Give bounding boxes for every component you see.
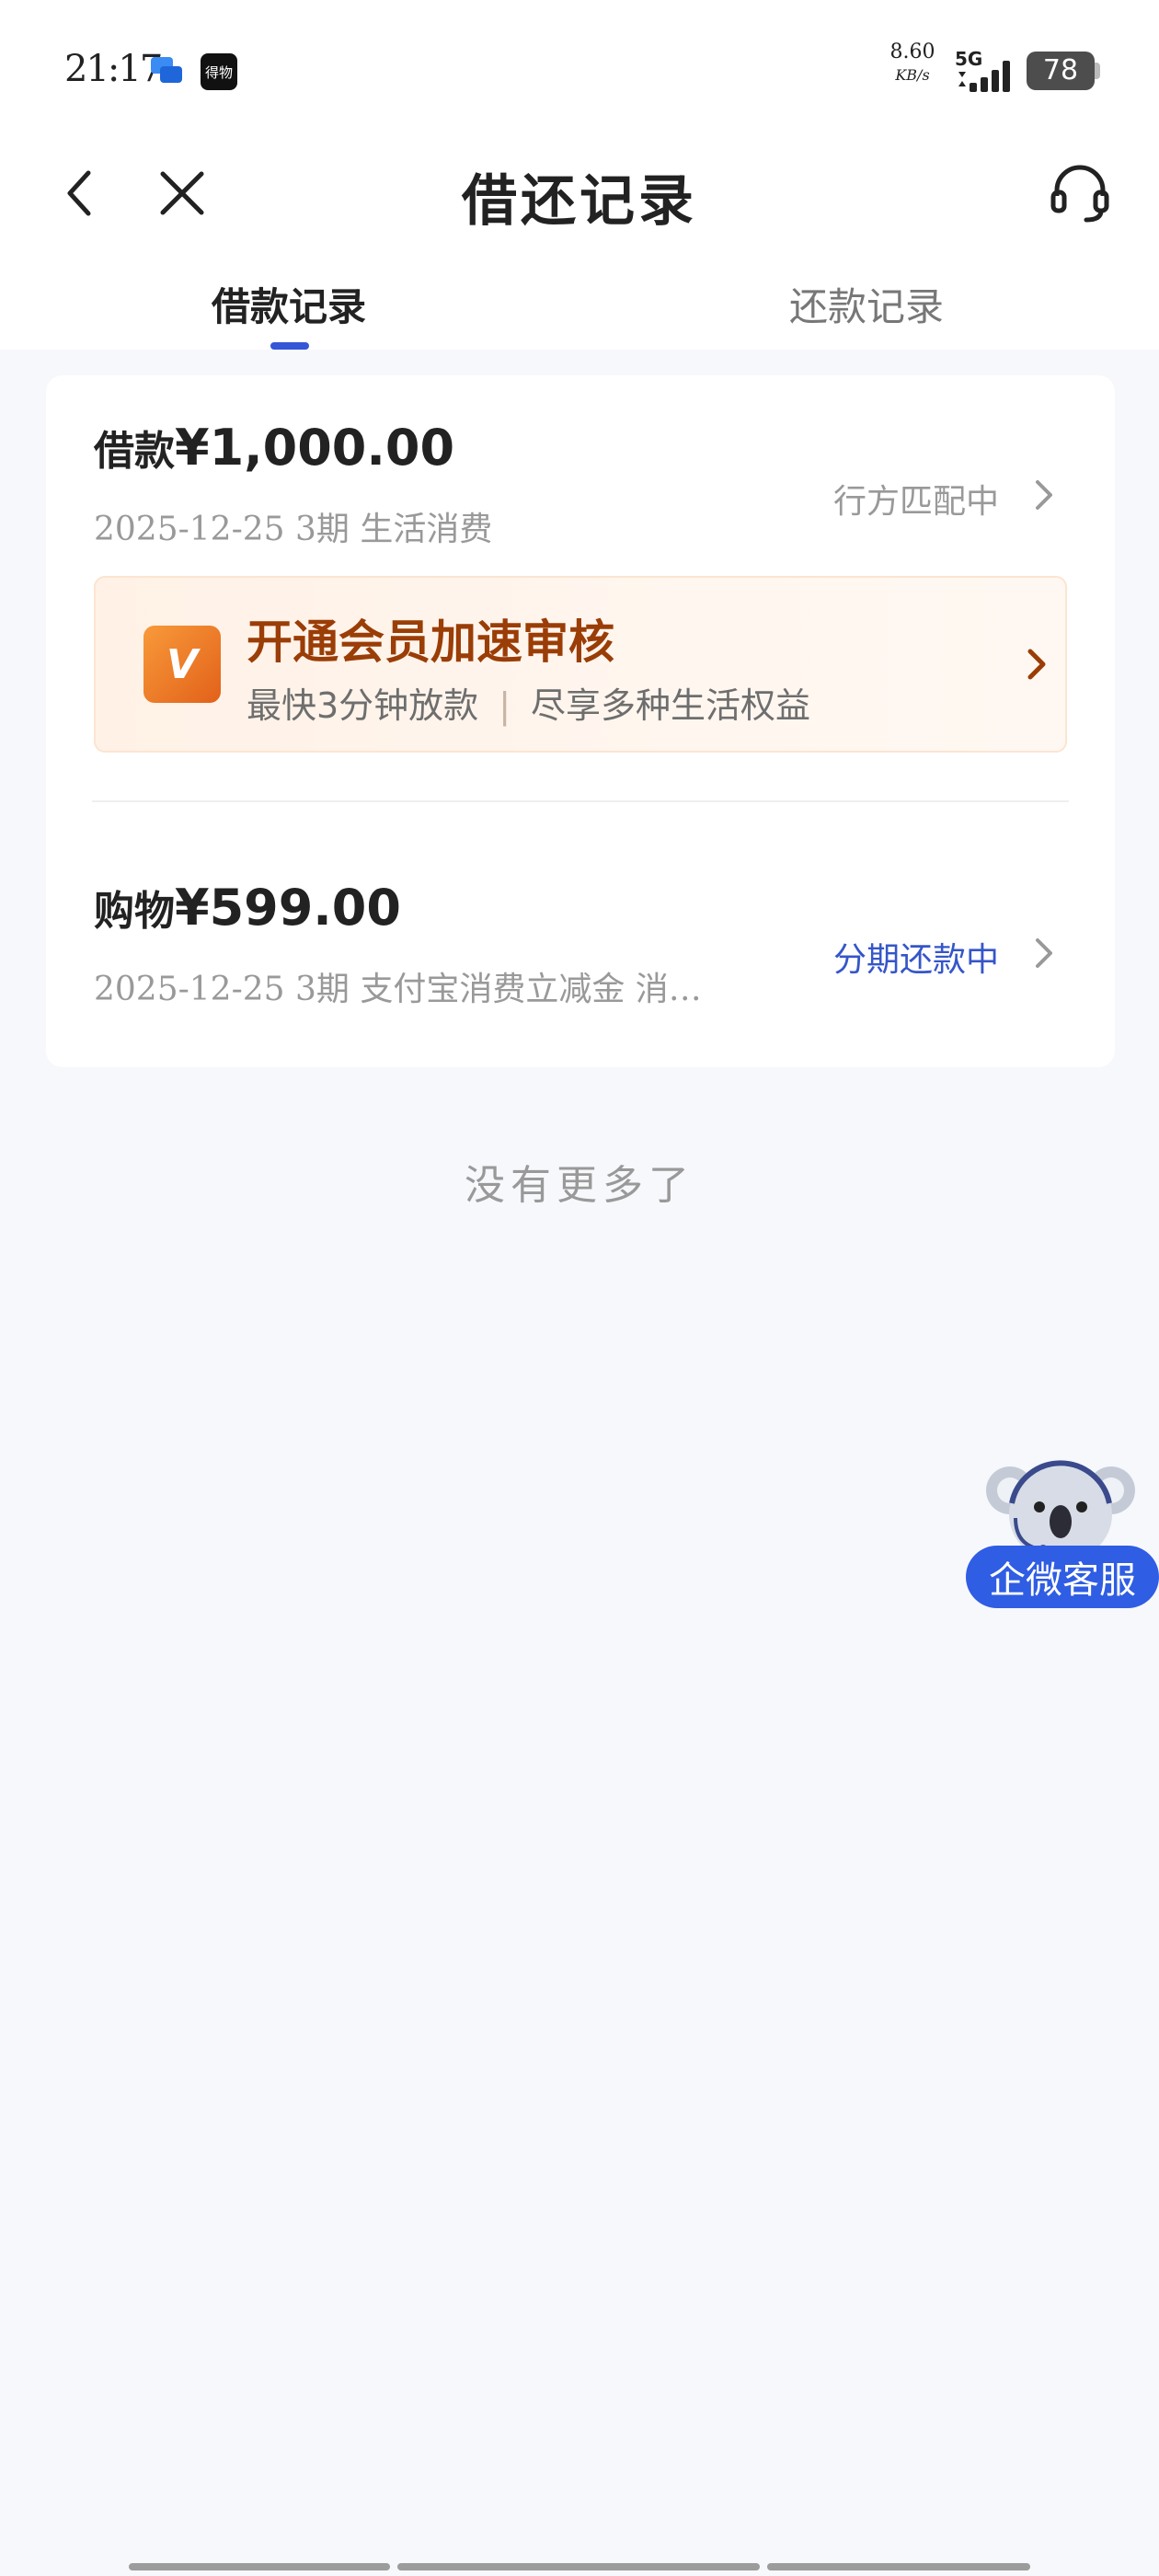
customer-service-button[interactable]: [1043, 156, 1117, 230]
record-amount: ¥1,000.00: [175, 419, 455, 477]
vip-sub-separator: |: [499, 685, 511, 726]
network-speed: 8.60 KB/s: [885, 42, 940, 83]
headset-icon: [1050, 165, 1109, 223]
chevron-right-icon: [1036, 480, 1052, 510]
tab-repay-records[interactable]: 还款记录: [729, 276, 1004, 332]
speed-value: 8.60: [889, 40, 935, 63]
page-title: 借还记录: [462, 169, 697, 234]
chat-icon: [151, 57, 182, 83]
speed-unit: KB/s: [895, 66, 930, 84]
vip-badge-icon: V: [143, 626, 221, 703]
vip-sub-left: 最快3分钟放款: [247, 685, 479, 726]
battery-cap: [1095, 63, 1100, 79]
record-title: 购物¥599.00: [94, 878, 401, 937]
record-kind: 借款: [94, 428, 175, 475]
records-card: 借款¥1,000.00 2025-12-25 3期 生活消费 行方匹配中 V 开…: [46, 375, 1115, 1067]
home-indicator-segment: [397, 2563, 760, 2570]
chevron-right-icon: [1027, 649, 1046, 680]
record-status: 分期还款中: [832, 941, 999, 979]
chevron-right-icon: [1036, 938, 1052, 968]
vip-title: 开通会员加速审核: [247, 615, 614, 669]
tab-borrow-records[interactable]: 借款记录: [151, 276, 427, 332]
home-indicator-segment: [129, 2563, 390, 2570]
vip-promo-banner[interactable]: V 开通会员加速审核 最快3分钟放款 | 尽享多种生活权益: [94, 576, 1067, 753]
record-amount: ¥599.00: [175, 879, 401, 937]
divider: [92, 800, 1069, 802]
vip-subtitle: 最快3分钟放款 | 尽享多种生活权益: [247, 677, 810, 728]
signal-icon: [958, 61, 1010, 92]
active-tab-indicator: [270, 342, 309, 350]
record-title: 借款¥1,000.00: [94, 418, 454, 477]
record-meta: 2025-12-25 3期 生活消费: [94, 511, 493, 548]
record-kind: 购物: [94, 888, 175, 935]
status-time: 21:17: [64, 48, 163, 90]
wecom-service-button[interactable]: 企微客服: [966, 1546, 1159, 1608]
home-indicator-segment: [767, 2563, 1030, 2570]
no-more-text: 没有更多了: [465, 1162, 694, 1209]
record-meta: 2025-12-25 3期 支付宝消费立减金 消…: [94, 971, 702, 1008]
vip-sub-right: 尽享多种生活权益: [531, 685, 811, 726]
battery-indicator: 78: [1027, 52, 1095, 90]
app-icon: 得物: [201, 53, 237, 90]
record-status: 行方匹配中: [832, 483, 999, 521]
